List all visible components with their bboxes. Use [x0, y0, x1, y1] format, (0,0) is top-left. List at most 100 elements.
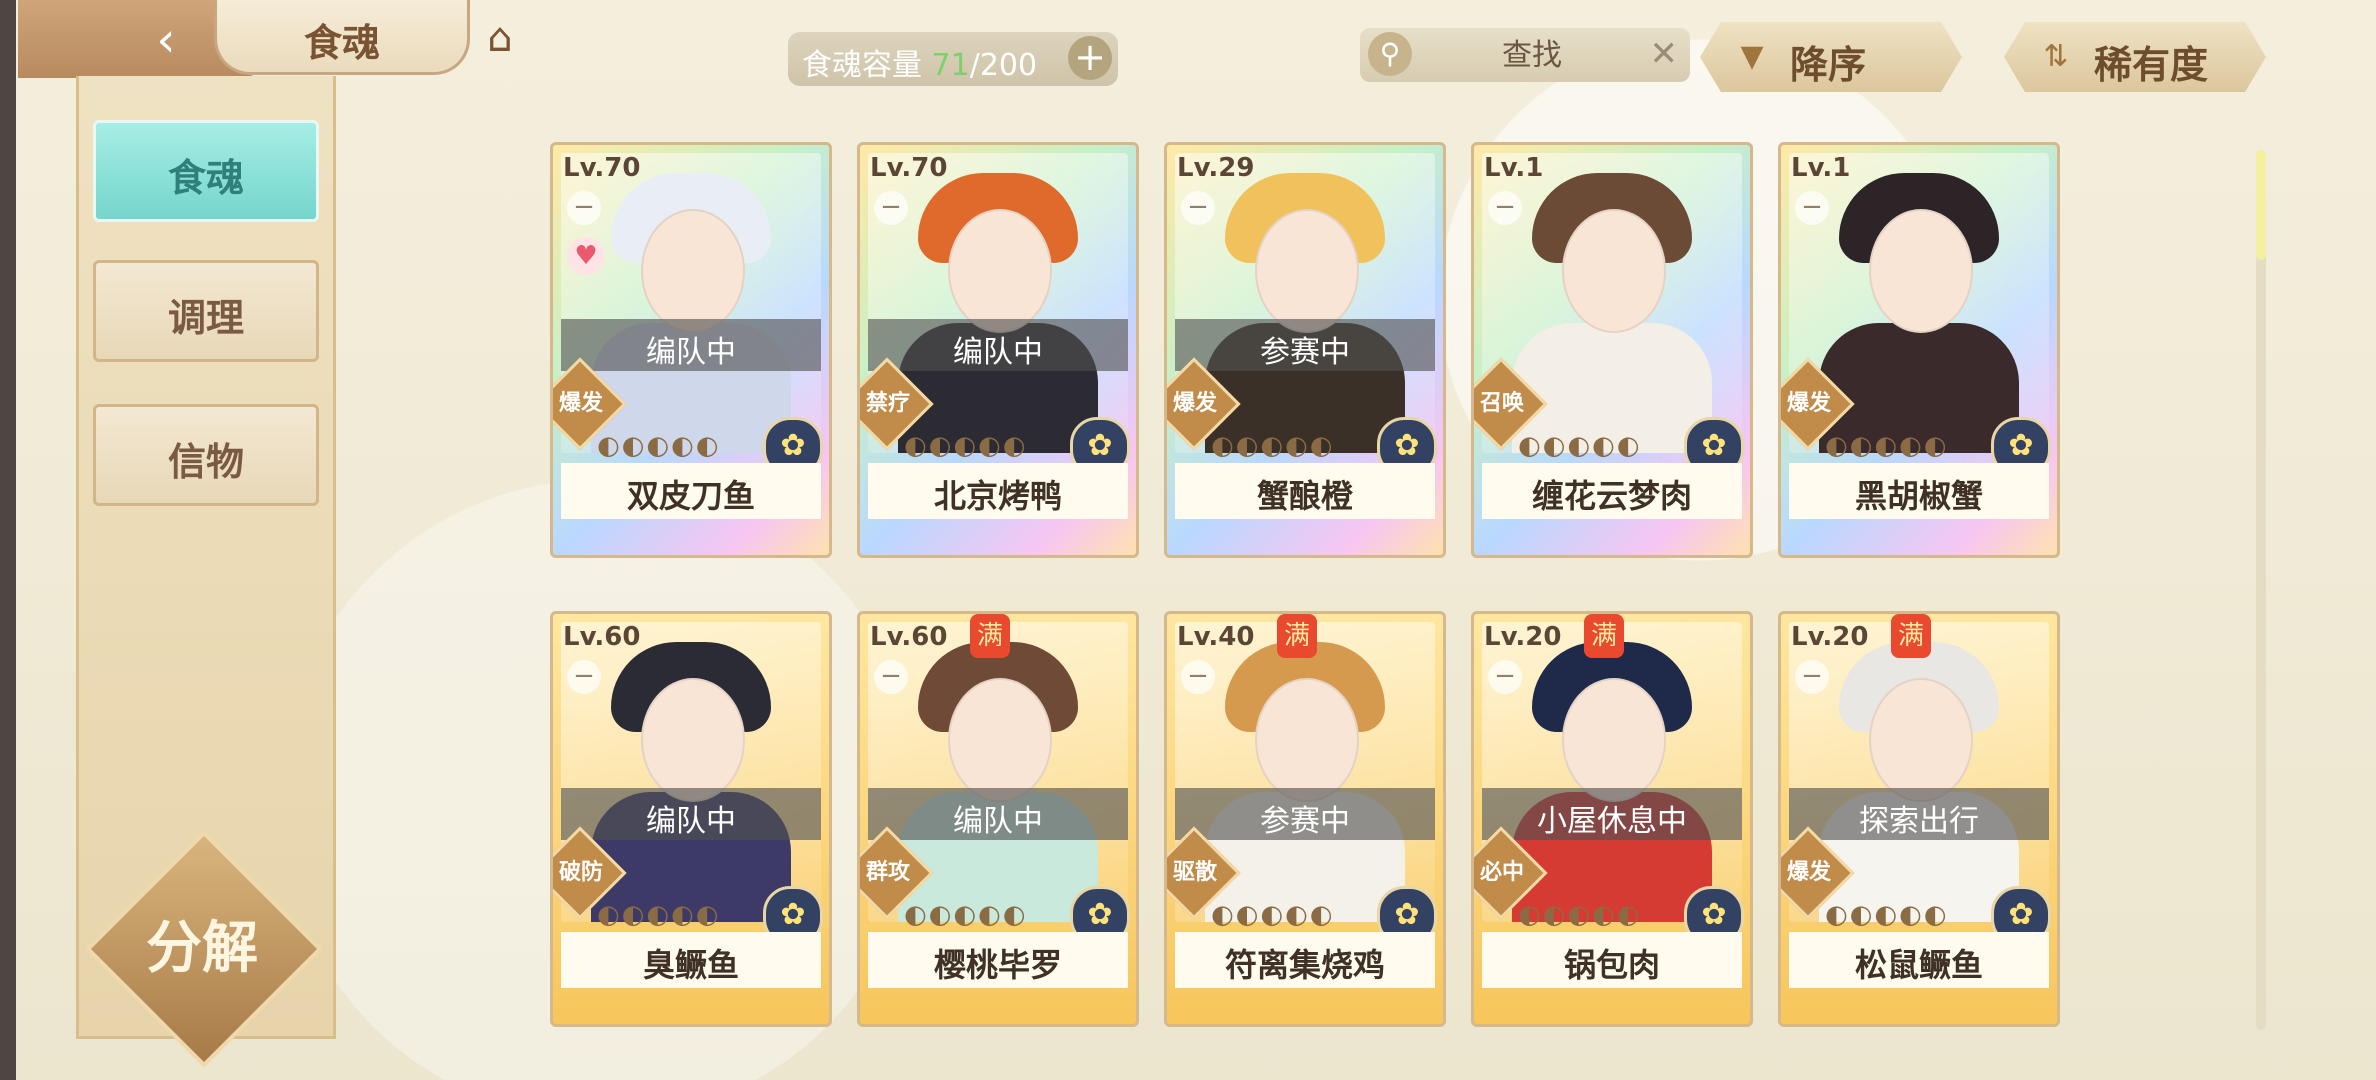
- card-level: Lv.60: [563, 622, 641, 652]
- sort-field-label: 稀有度: [2094, 43, 2209, 87]
- max-badge: 满: [1891, 614, 1931, 658]
- food-soul-card[interactable]: Lv.29− 参赛中 爆发 ◐◐◐◐◐ ✿ 蟹酿橙: [1164, 142, 1446, 558]
- heart-icon: ♥: [567, 237, 605, 275]
- status-text: 编队中: [953, 804, 1043, 839]
- character-face: [1869, 209, 1973, 333]
- card-level: Lv.20: [1791, 622, 1869, 652]
- rank-icons: ◐◐◐◐◐: [1825, 431, 1949, 461]
- lock-icon[interactable]: −: [1795, 660, 1829, 694]
- decompose-label: 分解: [146, 916, 258, 981]
- status-bar: 参赛中: [1175, 788, 1435, 840]
- rank-icons: ◐◐◐◐◐: [597, 900, 721, 930]
- card-name-box: 松鼠鳜鱼: [1789, 932, 2049, 988]
- card-name: 黑胡椒蟹: [1854, 477, 1983, 515]
- card-name: 缠花云梦肉: [1531, 477, 1692, 515]
- search-input[interactable]: [1430, 34, 1634, 76]
- card-name-box: 蟹酿橙: [1175, 463, 1435, 519]
- food-soul-card[interactable]: Lv.20 满 − 小屋休息中 必中 ◐◐◐◐◐ ✿ 锅包肉: [1471, 611, 1753, 1027]
- status-text: 编队中: [953, 335, 1043, 370]
- lock-icon[interactable]: −: [567, 191, 601, 225]
- status-bar: 探索出行: [1789, 788, 2049, 840]
- skill-tag: 驱散: [1172, 860, 1217, 885]
- character-face: [1562, 678, 1666, 802]
- sort-down-icon: ▼: [1740, 39, 1764, 74]
- rank-icons: ◐◐◐◐◐: [597, 431, 721, 461]
- capacity-label: 食魂容量: [802, 48, 922, 83]
- lock-icon[interactable]: −: [1181, 660, 1215, 694]
- character-face: [948, 678, 1052, 802]
- food-soul-card[interactable]: Lv.1− 召唤 ◐◐◐◐◐ ✿ 缠花云梦肉: [1471, 142, 1753, 558]
- capacity-add-button[interactable]: +: [1068, 36, 1112, 80]
- sidebar-item-conditioning[interactable]: 调理: [93, 260, 319, 362]
- sidebar-item-food-souls[interactable]: 食魂: [93, 120, 319, 222]
- card-level: Lv.60: [870, 622, 948, 652]
- card-level: Lv.1: [1791, 153, 1851, 183]
- character-face: [948, 209, 1052, 333]
- card-level: Lv.70: [870, 153, 948, 183]
- food-soul-card[interactable]: Lv.1− 爆发 ◐◐◐◐◐ ✿ 黑胡椒蟹: [1778, 142, 2060, 558]
- food-soul-card[interactable]: Lv.70− 编队中 禁疗 ◐◐◐◐◐ ✿ 北京烤鸭: [857, 142, 1139, 558]
- skill-tag: 爆发: [1786, 391, 1831, 416]
- status-bar: 参赛中: [1175, 319, 1435, 371]
- card-level: Lv.20: [1484, 622, 1562, 652]
- card-name: 臭鳜鱼: [642, 946, 739, 984]
- sort-order-button[interactable]: ▼ 降序: [1700, 22, 1962, 92]
- lock-icon[interactable]: −: [1795, 191, 1829, 225]
- card-name: 蟹酿橙: [1256, 477, 1353, 515]
- food-soul-card[interactable]: Lv.60− 编队中 破防 ◐◐◐◐◐ ✿ 臭鳜鱼: [550, 611, 832, 1027]
- rank-icons: ◐◐◐◐◐: [1518, 431, 1642, 461]
- card-name-box: 樱桃毕罗: [868, 932, 1128, 988]
- rank-icons: ◐◐◐◐◐: [1211, 900, 1335, 930]
- status-text: 编队中: [646, 804, 736, 839]
- sidebar-item-label: 食魂: [167, 156, 244, 200]
- screen-edge: [0, 0, 16, 1080]
- lock-icon[interactable]: −: [567, 660, 601, 694]
- scrollbar-track[interactable]: [2256, 150, 2266, 1030]
- character-face: [641, 209, 745, 333]
- lock-icon[interactable]: −: [874, 191, 908, 225]
- card-name: 双皮刀鱼: [626, 477, 755, 515]
- scrollbar-thumb[interactable]: [2256, 150, 2266, 260]
- max-badge: 满: [1584, 614, 1624, 658]
- skill-tag: 爆发: [1786, 860, 1831, 885]
- capacity-current: 71: [931, 48, 970, 83]
- status-text: 参赛中: [1260, 804, 1350, 839]
- pavilion-icon[interactable]: ⌂: [470, 10, 530, 66]
- max-badge: 满: [1277, 614, 1317, 658]
- skill-tag: 召唤: [1479, 391, 1524, 416]
- food-soul-card[interactable]: Lv.60 满 − 编队中 群攻 ◐◐◐◐◐ ✿ 樱桃毕罗: [857, 611, 1139, 1027]
- card-level: Lv.1: [1484, 153, 1544, 183]
- max-badge: 满: [970, 614, 1010, 658]
- lock-icon[interactable]: −: [874, 660, 908, 694]
- rank-icons: ◐◐◐◐◐: [904, 431, 1028, 461]
- search-clear-button[interactable]: ✕: [1650, 34, 1679, 74]
- sidebar-item-label: 信物: [167, 440, 244, 484]
- capacity-display: 食魂容量 71/200 +: [788, 32, 1118, 86]
- status-bar: 编队中: [868, 319, 1128, 371]
- character-face: [1562, 209, 1666, 333]
- status-bar: 编队中: [868, 788, 1128, 840]
- status-text: 参赛中: [1260, 335, 1350, 370]
- rank-icons: ◐◐◐◐◐: [904, 900, 1028, 930]
- card-level: Lv.29: [1177, 153, 1255, 183]
- card-name-box: 双皮刀鱼: [561, 463, 821, 519]
- character-face: [641, 678, 745, 802]
- lock-icon[interactable]: −: [1488, 660, 1522, 694]
- rank-icons: ◐◐◐◐◐: [1518, 900, 1642, 930]
- food-soul-card[interactable]: Lv.40 满 − 参赛中 驱散 ◐◐◐◐◐ ✿ 符离集烧鸡: [1164, 611, 1446, 1027]
- card-name: 松鼠鳜鱼: [1854, 946, 1983, 984]
- food-soul-card[interactable]: Lv.20 满 − 探索出行 爆发 ◐◐◐◐◐ ✿ 松鼠鳜鱼: [1778, 611, 2060, 1027]
- rank-icons: ◐◐◐◐◐: [1825, 900, 1949, 930]
- skill-tag: 群攻: [865, 860, 910, 885]
- lock-icon[interactable]: −: [1181, 191, 1215, 225]
- food-soul-card[interactable]: Lv.70− ♥ 编队中 爆发 ◐◐◐◐◐ ✿ 双皮刀鱼: [550, 142, 832, 558]
- lock-icon[interactable]: −: [1488, 191, 1522, 225]
- card-level: Lv.70: [563, 153, 641, 183]
- skill-tag: 必中: [1479, 860, 1524, 885]
- search-box[interactable]: ⚲ ✕: [1360, 28, 1690, 82]
- character-face: [1869, 678, 1973, 802]
- sidebar-item-tokens[interactable]: 信物: [93, 404, 319, 506]
- status-text: 编队中: [646, 335, 736, 370]
- status-text: 探索出行: [1859, 804, 1979, 839]
- sort-field-button[interactable]: ⇅ 稀有度: [2004, 22, 2266, 92]
